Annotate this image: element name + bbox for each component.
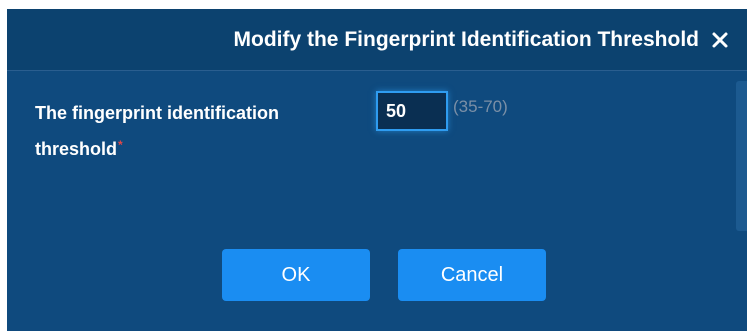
cancel-button[interactable]: Cancel <box>398 249 546 301</box>
threshold-range-hint: (35-70) <box>453 97 508 116</box>
dialog-title: Modify the Fingerprint Identification Th… <box>233 28 700 51</box>
dialog-body: The fingerprint identification threshold… <box>7 71 747 331</box>
required-mark: * <box>118 138 123 152</box>
close-icon[interactable] <box>707 27 733 53</box>
dialog-titlebar: Modify the Fingerprint Identification Th… <box>7 9 747 71</box>
threshold-input[interactable] <box>376 91 448 131</box>
threshold-label: The fingerprint identification threshold… <box>35 95 355 167</box>
vertical-scrollbar[interactable] <box>736 81 747 231</box>
threshold-dialog: Modify the Fingerprint Identification Th… <box>7 9 747 331</box>
ok-button[interactable]: OK <box>222 249 370 301</box>
threshold-label-text: The fingerprint identification threshold <box>35 103 279 159</box>
